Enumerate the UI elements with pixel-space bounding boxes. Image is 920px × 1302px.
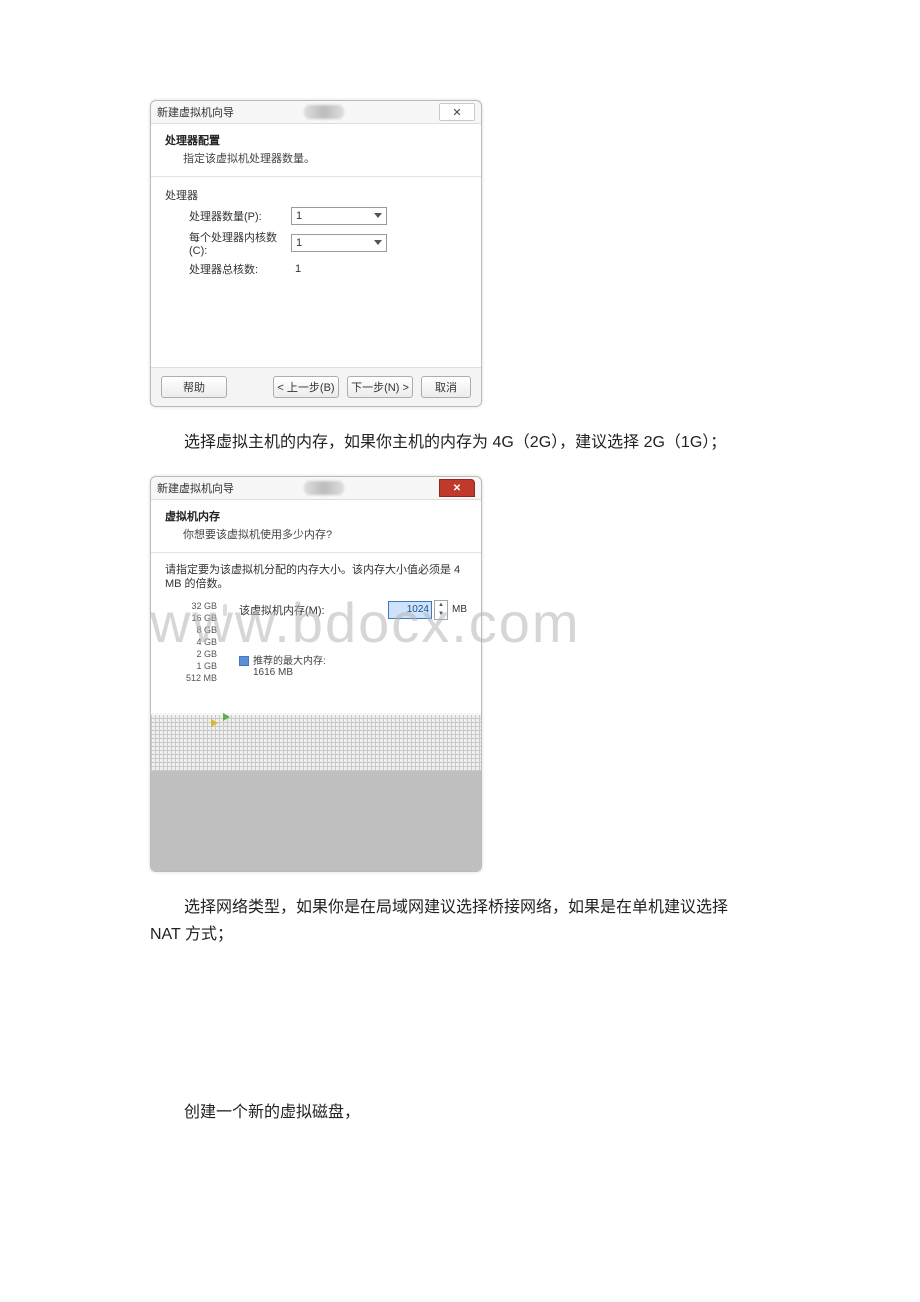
processor-count-dropdown[interactable]: 1 <box>291 207 387 225</box>
vm-memory-dialog: 新建虚拟机向导 ✕ 虚拟机内存 你想要该虚拟机使用多少内存? 请指定要为该虚拟机… <box>150 476 482 872</box>
scale-tick: 8 GB <box>165 624 217 636</box>
scale-tick: 2 GB <box>165 648 217 660</box>
recommended-max-text: 推荐的最大内存: <box>253 656 326 667</box>
header-subtitle: 你想要该虚拟机使用多少内存? <box>165 526 467 542</box>
dialog-titlebar[interactable]: 新建虚拟机向导 ✕ <box>151 101 481 124</box>
processor-count-value: 1 <box>296 210 302 222</box>
help-button[interactable]: 帮助 <box>161 376 227 398</box>
dialog-title: 新建虚拟机向导 <box>157 480 234 496</box>
dialog-body: 请指定要为该虚拟机分配的内存大小。该内存大小值必须是 4 MB 的倍数。 32 … <box>151 553 481 713</box>
close-button[interactable]: ✕ <box>439 479 475 497</box>
cores-per-processor-value: 1 <box>296 237 302 249</box>
header-title: 虚拟机内存 <box>165 508 467 524</box>
cores-per-processor-dropdown[interactable]: 1 <box>291 234 387 252</box>
processor-count-label: 处理器数量(P): <box>189 208 291 224</box>
memory-value-input[interactable]: 1024 <box>388 601 432 619</box>
paragraph-network-advice-line1: 选择网络类型，如果你是在局域网建议选择桥接网络，如果是在单机建议选择 <box>150 894 770 921</box>
processor-group-label: 处理器 <box>165 187 467 203</box>
memory-spinner[interactable]: ▲▼ <box>434 600 448 620</box>
marker-yellow-icon <box>211 719 218 727</box>
legend-square-icon <box>239 656 249 666</box>
title-blur <box>304 105 344 119</box>
dialog-header: 虚拟机内存 你想要该虚拟机使用多少内存? <box>151 500 481 553</box>
scale-tick: 16 GB <box>165 612 217 624</box>
scale-tick: 512 MB <box>165 672 217 684</box>
cores-per-processor-label: 每个处理器内核数(C): <box>189 229 291 257</box>
paragraph-memory-advice: 选择虚拟主机的内存，如果你主机的内存为 4G（2G），建议选择 2G（1G）； <box>150 429 770 456</box>
processor-config-dialog: 新建虚拟机向导 ✕ 处理器配置 指定该虚拟机处理器数量。 处理器 处理器数量(P… <box>150 100 482 407</box>
obscured-gray-area <box>151 771 481 871</box>
memory-field-label: 该虚拟机内存(M): <box>239 602 388 618</box>
memory-note: 请指定要为该虚拟机分配的内存大小。该内存大小值必须是 4 MB 的倍数。 <box>165 563 467 592</box>
paragraph-create-disk: 创建一个新的虚拟磁盘， <box>150 1099 770 1126</box>
memory-unit: MB <box>452 604 467 615</box>
memory-slider-track[interactable] <box>223 604 227 616</box>
recommended-max-label: 推荐的最大内存: <box>239 652 467 667</box>
total-cores-value: 1 <box>291 263 301 275</box>
memory-scale[interactable]: 32 GB 16 GB 8 GB 4 GB 2 GB 1 GB 512 MB <box>165 600 229 684</box>
cancel-button[interactable]: 取消 <box>421 376 471 398</box>
dialog-title: 新建虚拟机向导 <box>157 104 234 120</box>
marker-green-icon <box>223 713 230 721</box>
header-subtitle: 指定该虚拟机处理器数量。 <box>165 150 467 166</box>
dialog-titlebar[interactable]: 新建虚拟机向导 ✕ <box>151 477 481 500</box>
recommended-max-value: 1616 MB <box>239 667 467 678</box>
scale-tick: 32 GB <box>165 600 217 612</box>
paragraph-network-advice-line2: NAT 方式； <box>150 921 770 948</box>
header-title: 处理器配置 <box>165 132 467 148</box>
close-button[interactable]: ✕ <box>439 103 475 121</box>
dialog-button-bar: 帮助 < 上一步(B) 下一步(N) > 取消 <box>151 367 481 406</box>
total-cores-label: 处理器总核数: <box>189 261 291 277</box>
back-button[interactable]: < 上一步(B) <box>273 376 339 398</box>
dialog-header: 处理器配置 指定该虚拟机处理器数量。 <box>151 124 481 177</box>
scale-tick: 1 GB <box>165 660 217 672</box>
scale-tick: 4 GB <box>165 636 217 648</box>
next-button[interactable]: 下一步(N) > <box>347 376 413 398</box>
obscured-hatch-area <box>151 715 481 771</box>
title-blur <box>304 481 344 495</box>
dialog-body: 处理器 处理器数量(P): 1 每个处理器内核数(C): 1 处理器总核数: 1 <box>151 177 481 367</box>
